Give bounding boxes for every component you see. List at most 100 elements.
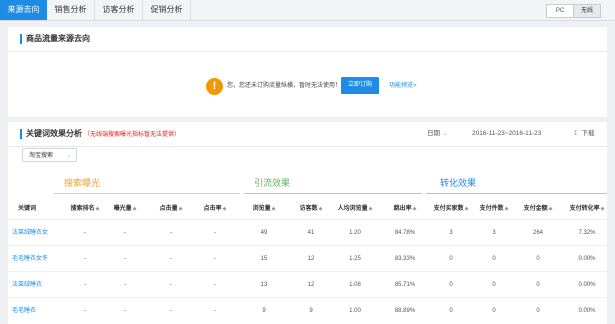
table-cell: 0 [536, 308, 540, 314]
keyword-panel: 关键词效果分析 （无线端搜索曝光指标暂无法提供） 日期 ⌄ 2016-11-23~2… [8, 122, 607, 324]
group-search-underline [54, 193, 240, 194]
table-cell: - [84, 308, 86, 314]
sort-icon[interactable]: ◆ [319, 206, 323, 212]
table-cell: - [170, 282, 172, 288]
sort-icon[interactable]: ◆ [179, 206, 183, 212]
column-header[interactable]: 点击量◆ [149, 202, 193, 216]
group-traffic-underline [244, 193, 422, 194]
sort-icon[interactable]: ◆ [272, 206, 276, 212]
table-cell: 12 [307, 256, 315, 262]
table-cell: 12 [307, 282, 315, 288]
keyword-panel-header: 关键词效果分析 （无线端搜索曝光指标暂无法提供） 日期 ⌄ 2016-11-23~2… [8, 122, 607, 147]
table-row: 法莱绒睡衣 - - - - 13 12 1.08 85.71% 0 0 0 0.00% [8, 271, 607, 298]
table-cell: - [124, 282, 126, 288]
table-cell: - [214, 256, 216, 262]
table-cell: 0.00% [578, 308, 596, 314]
sort-icon[interactable]: ◆ [96, 206, 100, 212]
search-source-select[interactable]: 淘宝搜索 ⌄ [22, 148, 77, 162]
notice-text: 您，您还未订购流量纵横，暂时无法使用！ [227, 83, 342, 89]
source-panel-header: 商品流量来源去向 [8, 27, 607, 52]
sort-icon[interactable]: ◆ [601, 206, 605, 212]
sort-icon[interactable]: ◆ [465, 206, 469, 212]
table-cell: - [84, 282, 86, 288]
column-header[interactable]: 人均浏览量◆ [333, 202, 377, 216]
keyword-link[interactable]: 毛毛睡衣女冬 [12, 246, 58, 272]
column-header[interactable]: 支付买家数◆ [429, 202, 473, 216]
device-toggle: PC 无线 [546, 4, 601, 18]
column-header[interactable]: 曝光量◆ [103, 202, 147, 216]
column-header[interactable]: 支付金额◆ [516, 202, 560, 216]
wireless-toggle[interactable]: 无线 [573, 5, 600, 17]
sort-icon[interactable]: ◆ [413, 206, 417, 212]
wireless-note: （无线端搜索曝光指标暂无法提供） [84, 132, 181, 138]
table-cell: 9 [309, 308, 313, 314]
table-cell: 0 [492, 308, 496, 314]
pc-toggle[interactable]: PC [547, 5, 573, 17]
warning-icon: ! [206, 78, 223, 95]
table-cell: 13 [260, 282, 268, 288]
table-cell: - [124, 230, 126, 236]
tab-source[interactable]: 来源去向 [0, 0, 47, 20]
table-cell: 1.08 [349, 282, 361, 288]
table-cell: 83.33% [394, 256, 416, 262]
sort-icon[interactable]: ◆ [369, 206, 373, 212]
column-header[interactable]: 支付件数◆ [472, 202, 516, 216]
date-picker[interactable]: 日期 ⌄ [427, 122, 447, 146]
table-cell: 264 [532, 230, 543, 236]
table-cell: 0.00% [578, 256, 596, 262]
group-traffic-effect: 引流效果 [254, 178, 291, 188]
sort-icon[interactable]: ◆ [133, 206, 137, 212]
download-icon: ↧ [573, 130, 579, 137]
keyword-link[interactable]: 毛毛睡衣 [12, 298, 58, 324]
table-cell: - [170, 308, 172, 314]
title-accent-bar [20, 34, 22, 44]
table-cell: - [170, 256, 172, 262]
table-cell: 49 [260, 230, 268, 236]
date-range: 2016-11-23~2016-11-23 [472, 130, 542, 137]
table-cell: - [124, 256, 126, 262]
source-panel: 商品流量来源去向 ! 您，您还未订购流量纵横，暂时无法使用！ 立即订购 功能预览… [8, 27, 607, 117]
table-cell: 0 [536, 282, 540, 288]
sort-icon[interactable]: ◆ [549, 206, 553, 212]
table-cell: - [84, 256, 86, 262]
chevron-down-icon: ⌄ [443, 131, 448, 137]
column-header[interactable]: 跳出率◆ [383, 202, 427, 216]
column-header[interactable]: 浏览量◆ [242, 202, 286, 216]
column-header[interactable]: 点击率◆ [193, 202, 237, 216]
table-cell: 9 [262, 308, 266, 314]
table-cell: 0 [449, 282, 453, 288]
sort-icon[interactable]: ◆ [505, 206, 509, 212]
table-cell: 0 [449, 256, 453, 262]
keyword-link[interactable]: 法莱绒睡衣 [12, 272, 58, 298]
table-cell: - [124, 308, 126, 314]
subscription-notice: ! 您，您还未订购流量纵横，暂时无法使用！ 立即订购 功能预览> [8, 77, 607, 97]
tab-promotion-analysis[interactable]: 促销分析 [143, 0, 191, 20]
keyword-panel-title: 关键词效果分析 （无线端搜索曝光指标暂无法提供） [26, 129, 181, 138]
subscribe-button[interactable]: 立即订购 [341, 77, 379, 94]
tab-sales-analysis[interactable]: 销售分析 [47, 0, 95, 20]
title-accent-bar [20, 129, 22, 139]
column-header[interactable]: 支付转化率◆ [565, 202, 609, 216]
column-header[interactable]: 搜索排名◆ [63, 202, 107, 216]
table-cell: 0 [492, 256, 496, 262]
group-conversion-underline [426, 193, 607, 194]
source-panel-title: 商品流量来源去向 [26, 34, 90, 43]
table-row: 毛毛睡衣 - - - - 9 9 1.00 88.89% 0 0 0 0.00% [8, 297, 607, 324]
table-cell: 7.32% [578, 230, 596, 236]
top-tab-bar: 来源去向 销售分析 访客分析 促销分析 PC 无线 [0, 0, 615, 21]
table-cell: 0 [536, 256, 540, 262]
table-cell: 84.78% [394, 230, 416, 236]
table-cell: 1.25 [349, 256, 361, 262]
table-cell: 3 [492, 230, 496, 236]
keyword-link[interactable]: 法莱绒睡衣女 [12, 220, 58, 246]
table-cell: 0.00% [578, 282, 596, 288]
tab-visitor-analysis[interactable]: 访客分析 [95, 0, 143, 20]
feature-preview-link[interactable]: 功能预览> [389, 77, 417, 95]
chevron-down-icon: ⌄ [66, 153, 71, 159]
column-header[interactable]: 访客数◆ [289, 202, 333, 216]
table-cell: - [84, 230, 86, 236]
download-button[interactable]: ↧ 下载 [573, 122, 594, 146]
sort-icon[interactable]: ◆ [223, 206, 227, 212]
group-search-exposure: 搜索曝光 [64, 178, 101, 188]
table-cell: 3 [449, 230, 453, 236]
